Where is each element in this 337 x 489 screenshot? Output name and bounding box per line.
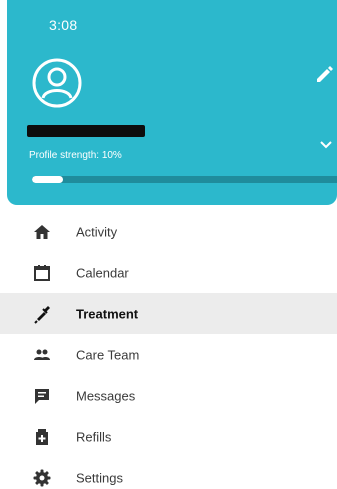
menu-item-treatment[interactable]: Treatment [0,293,337,334]
menu-item-care-team[interactable]: Care Team [0,334,337,375]
menu-item-settings[interactable]: Settings [0,457,337,489]
redacted-profile-name [27,125,145,137]
profile-strength-bar [32,176,337,183]
profile-strength-text: Profile strength: 10% [29,150,122,161]
menu-item-label: Treatment [76,306,139,321]
medical-bag-icon [36,428,48,445]
avatar[interactable] [31,57,83,109]
status-bar-time: 3:08 [49,17,78,33]
home-icon [34,224,50,239]
menu-item-label: Messages [76,388,136,403]
menu-item-activity[interactable]: Activity [0,211,337,252]
gear-icon [33,469,51,486]
menu-item-label: Care Team [76,347,140,362]
menu-item-label: Settings [76,470,123,485]
chevron-down-icon[interactable] [317,137,335,151]
navigation-menu: Activity Calendar Treatment Care Team Me… [0,211,337,489]
group-icon [34,349,50,360]
syringe-icon [34,305,50,324]
profile-header: 3:08 Profile strength: 10% [7,0,337,205]
menu-item-messages[interactable]: Messages [0,375,337,416]
message-icon [35,388,49,404]
calendar-icon [34,264,50,281]
edit-pencil-icon[interactable] [313,62,337,86]
menu-item-label: Activity [76,224,118,239]
profile-strength-fill [32,176,63,183]
menu-item-label: Calendar [76,265,129,280]
menu-item-calendar[interactable]: Calendar [0,252,337,293]
menu-item-refills[interactable]: Refills [0,416,337,457]
menu-item-label: Refills [76,429,112,444]
